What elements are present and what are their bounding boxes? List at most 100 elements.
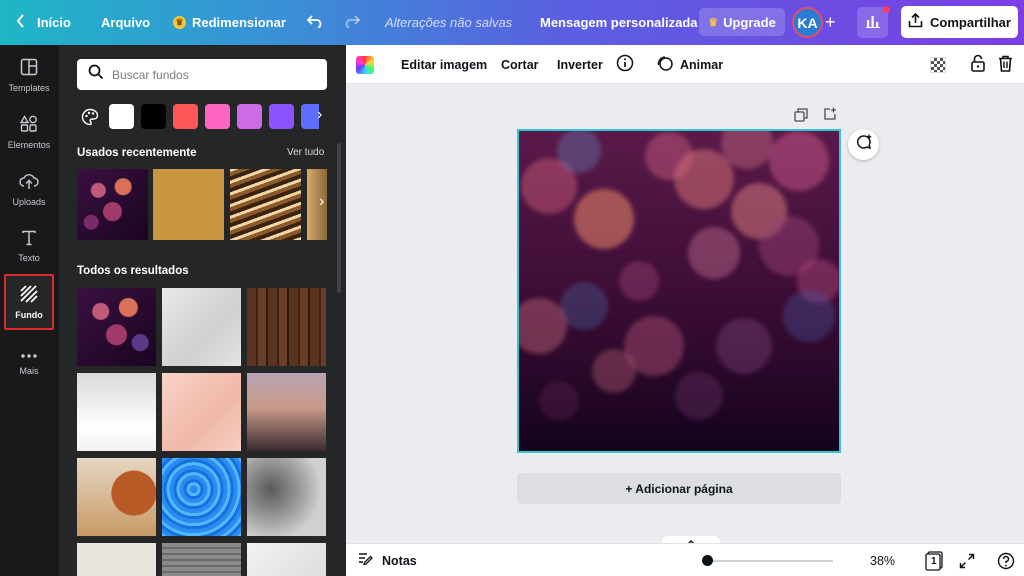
design-page[interactable] (517, 129, 841, 453)
zoom-slider-knob[interactable] (702, 555, 713, 566)
rail-item-uploads[interactable]: Uploads (4, 161, 54, 217)
add-page-button[interactable]: + Adicionar página (517, 473, 841, 504)
resize-button[interactable]: ♛ Redimensionar (173, 0, 286, 45)
thumbnail[interactable] (77, 169, 148, 240)
redo-icon (343, 14, 361, 31)
comment-icon (855, 133, 873, 156)
background-icon (20, 284, 38, 305)
fullscreen-button[interactable] (956, 550, 978, 572)
lock-button[interactable] (970, 45, 986, 84)
thumbnail[interactable] (247, 288, 326, 366)
swatch-red[interactable] (173, 104, 198, 129)
add-page-icon[interactable] (823, 107, 837, 126)
expand-icon (959, 553, 975, 569)
thumbnail[interactable] (162, 458, 241, 536)
document-title[interactable]: Mensagem personalizada (540, 0, 698, 45)
thumbnail[interactable] (247, 373, 326, 451)
chevron-right-icon[interactable]: › (319, 193, 324, 211)
color-picker-button[interactable] (356, 45, 374, 84)
home-label: Início (37, 15, 71, 30)
page-count-button[interactable]: 1 (923, 550, 945, 572)
background-panel: › Usados recentemente Ver tudo › Todos o… (59, 45, 346, 576)
thumbnail[interactable] (153, 169, 224, 240)
share-label: Compartilhar (930, 14, 1011, 30)
thumbnail[interactable] (247, 543, 326, 576)
rail-label: Templates (8, 82, 50, 93)
thumbnail[interactable] (77, 458, 156, 536)
delete-button[interactable] (998, 45, 1013, 84)
info-button[interactable] (616, 45, 634, 84)
thumbnail[interactable] (77, 288, 156, 366)
thumbnail[interactable] (77, 373, 156, 451)
chevron-left-icon (16, 14, 25, 31)
rail-label: Uploads (12, 196, 46, 207)
search-input[interactable] (112, 67, 312, 82)
flip-button[interactable]: Inverter (557, 45, 603, 84)
swatch-white[interactable] (109, 104, 134, 129)
elements-icon (19, 114, 38, 135)
redo-button[interactable] (343, 0, 361, 45)
edit-image-button[interactable]: Editar imagem (401, 45, 487, 84)
palette-icon[interactable] (77, 104, 102, 129)
more-icon (20, 351, 38, 361)
avatar[interactable]: KA (792, 7, 823, 38)
panel-scrollbar[interactable] (337, 143, 341, 293)
color-swatches (77, 104, 319, 129)
undo-button[interactable] (306, 0, 324, 45)
rainbow-color-icon (356, 55, 374, 74)
share-button[interactable]: Compartilhar (901, 6, 1018, 38)
rail-item-background[interactable]: Fundo (4, 274, 54, 330)
rail-item-elements[interactable]: Elementos (4, 104, 54, 160)
insights-button[interactable] (857, 6, 890, 38)
trash-icon (998, 55, 1013, 75)
thumbnail[interactable] (230, 169, 301, 240)
notes-button[interactable]: Notas (358, 544, 417, 576)
templates-icon (20, 58, 38, 78)
crop-button[interactable]: Cortar (501, 45, 539, 84)
thumbnail[interactable] (162, 543, 241, 576)
transparency-button[interactable] (930, 45, 946, 84)
file-menu-button[interactable]: Arquivo (101, 0, 150, 45)
text-icon (21, 230, 37, 248)
zoom-level[interactable]: 38% (870, 544, 895, 576)
swatch-pink[interactable] (205, 104, 230, 129)
bokeh-background-image (519, 131, 839, 451)
zoom-slider-track[interactable] (707, 560, 833, 562)
swatch-purple[interactable] (269, 104, 294, 129)
thumbnail[interactable] (162, 288, 241, 366)
chevron-right-icon[interactable]: › (317, 106, 322, 124)
save-status: Alterações não salvas (385, 15, 513, 30)
upgrade-button[interactable]: ♛ Upgrade (699, 8, 785, 36)
rail-item-text[interactable]: Texto (4, 218, 54, 274)
left-rail: Templates Elementos Uploads Texto Fundo … (0, 45, 59, 576)
thumbnail[interactable] (247, 458, 326, 536)
swatch-violet[interactable] (237, 104, 262, 129)
rail-item-more[interactable]: Mais (4, 335, 54, 391)
lock-icon (970, 54, 986, 75)
add-comment-button[interactable] (848, 129, 879, 160)
help-button[interactable] (995, 550, 1017, 572)
add-collaborator-icon[interactable]: + (825, 12, 836, 33)
see-all-link[interactable]: Ver tudo (287, 147, 324, 158)
rail-item-templates[interactable]: Templates (4, 47, 54, 103)
rail-label: Mais (19, 365, 39, 376)
transparency-icon (930, 56, 946, 73)
thumbnail[interactable] (77, 543, 156, 576)
crown-icon: ♛ (173, 16, 186, 29)
notification-dot (883, 6, 890, 13)
editor-toolbar: Editar imagem Cortar Inverter Animar (346, 45, 1024, 84)
rail-label: Fundo (15, 309, 43, 320)
notes-icon (358, 552, 374, 569)
upgrade-label: Upgrade (723, 14, 776, 30)
crown-icon: ♛ (708, 16, 719, 29)
swatch-black[interactable] (141, 104, 166, 129)
help-icon (997, 552, 1015, 570)
duplicate-page-icon[interactable] (794, 108, 808, 127)
bottom-bar: Notas 38% 1 (346, 543, 1024, 576)
bar-chart-icon (865, 14, 880, 31)
thumbnail[interactable] (162, 373, 241, 451)
home-back-button[interactable]: Início (16, 0, 71, 45)
animate-button[interactable]: Animar (656, 45, 723, 84)
search-box[interactable] (77, 59, 327, 90)
search-icon (88, 64, 104, 85)
